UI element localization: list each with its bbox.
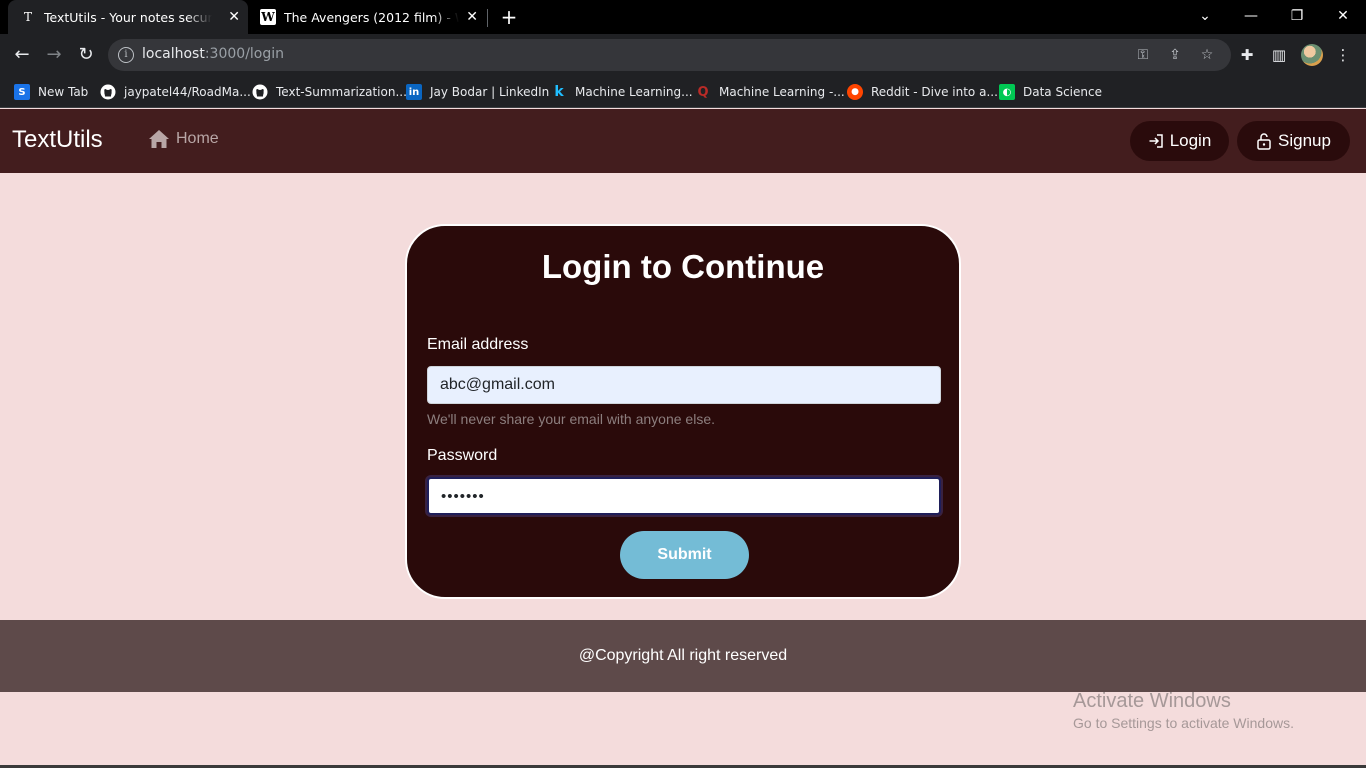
quora-icon: Q [697,84,709,100]
copyright-text: @Copyright All right reserved [578,647,788,664]
brand-logo[interactable]: TextUtils [12,126,103,154]
url-host: localhost [142,46,205,62]
extensions-puzzle-icon[interactable]: ✚ [1237,45,1257,65]
login-button[interactable]: Login [1130,121,1229,161]
github-icon [100,84,116,100]
share-icon[interactable]: ⇪ [1165,45,1185,65]
bookmark-label: Jay Bodar | LinkedIn [430,85,550,99]
url-path: :3000/login [204,46,285,62]
tab-title: The Avengers (2012 film) - Wikipedia [284,9,459,25]
back-arrow-icon[interactable]: ← [10,43,34,67]
minimize-icon[interactable]: — [1241,6,1261,26]
new-tab-plus-icon[interactable]: + [498,6,520,28]
site-info-icon[interactable]: i [118,47,134,63]
bookmark-star-icon[interactable]: ☆ [1197,45,1217,65]
email-field[interactable]: abc@gmail.com [427,366,941,404]
nav-home-label: Home [176,130,219,147]
email-label: Email address [427,336,529,353]
github-icon [252,84,268,100]
app-navbar: TextUtils Home Login Signup [0,109,1366,173]
reload-icon[interactable]: ↻ [74,43,98,67]
bookmark-label: New Tab [38,85,89,99]
password-field[interactable]: ••••••• [427,477,941,515]
submit-button[interactable]: Submit [620,531,749,579]
tab-avengers[interactable]: W The Avengers (2012 film) - Wikipedia ✕ [252,0,486,34]
bookmark-label: Data Science [1023,85,1102,99]
email-help-text: We'll never share your email with anyone… [427,411,715,427]
tab-separator [487,9,488,27]
bookmark-label: Text-Summarization... [276,85,407,99]
bookmark-new-tab[interactable]: S New Tab [14,82,88,102]
login-title: Login to Continue [541,248,825,285]
login-label: Login [1169,131,1212,150]
signup-button[interactable]: Signup [1237,121,1350,161]
tab-textutils[interactable]: T TextUtils - Your notes secured in the … [8,0,248,34]
tab-search-chevron-icon[interactable]: ⌄ [1195,6,1215,26]
login-arrow-icon [1149,134,1163,148]
bookmark-roadmap[interactable]: jaypatel44/RoadMa... [100,82,251,102]
tab-title: TextUtils - Your notes secured in the cl… [44,9,212,25]
nav-home-link[interactable]: Home [148,129,219,149]
watermark-title: Activate Windows [1073,690,1231,712]
bookmark-label: Machine Learning -... [719,85,845,99]
login-card: Login to Continue Email address abc@gmai… [405,224,961,599]
side-panel-icon[interactable]: ▥ [1269,45,1289,65]
url-text[interactable]: localhost:3000/login [142,46,284,62]
profile-avatar[interactable] [1301,44,1323,66]
new-tab-s-icon: S [14,84,30,100]
forward-arrow-icon[interactable]: → [42,43,66,67]
close-window-icon[interactable]: ✕ [1333,6,1353,26]
wikipedia-favicon-icon: W [260,9,276,25]
bookmark-linkedin[interactable]: in Jay Bodar | LinkedIn [406,82,549,102]
activate-windows-watermark: Activate Windows Go to Settings to activ… [1073,690,1294,731]
unlock-icon [1257,133,1271,150]
browser-toolbar: ← → ↻ i localhost:3000/login ⚿ ⇪ ☆ ✚ ▥ ⋮ [0,34,1366,76]
bookmark-label: jaypatel44/RoadMa... [124,85,251,99]
bookmark-label: Reddit - Dive into a... [871,85,998,99]
linkedin-icon: in [406,84,422,100]
close-tab-icon[interactable]: ✕ [466,9,478,25]
menu-kebab-icon[interactable]: ⋮ [1333,45,1353,65]
bookmarks-bar: S New Tab jaypatel44/RoadMa... Text-Summ… [0,76,1366,108]
bookmark-data-science[interactable]: ◐ Data Science [999,82,1102,102]
password-label: Password [427,447,498,464]
textutils-favicon-icon: T [23,10,32,24]
data-science-icon: ◐ [999,84,1015,100]
home-icon [149,130,169,148]
close-tab-icon[interactable]: ✕ [228,9,240,25]
watermark-subtitle: Go to Settings to activate Windows. [1073,715,1294,731]
bookmark-quora[interactable]: Q Machine Learning -... [695,82,845,102]
footer: @Copyright All right reserved [0,620,1366,692]
browser-tab-bar: T TextUtils - Your notes secured in the … [0,0,1366,34]
signup-label: Signup [1278,131,1331,150]
bookmark-text-summarization[interactable]: Text-Summarization... [252,82,407,102]
bookmark-reddit[interactable]: ● Reddit - Dive into a... [847,82,998,102]
bookmark-kaggle[interactable]: k Machine Learning... [551,82,693,102]
address-bar[interactable]: i localhost:3000/login ⚿ ⇪ ☆ [108,39,1231,71]
kaggle-icon: k [554,84,564,100]
restore-icon[interactable]: ❐ [1287,6,1307,26]
key-icon[interactable]: ⚿ [1133,45,1153,65]
reddit-icon: ● [847,84,863,100]
bookmark-label: Machine Learning... [575,85,693,99]
